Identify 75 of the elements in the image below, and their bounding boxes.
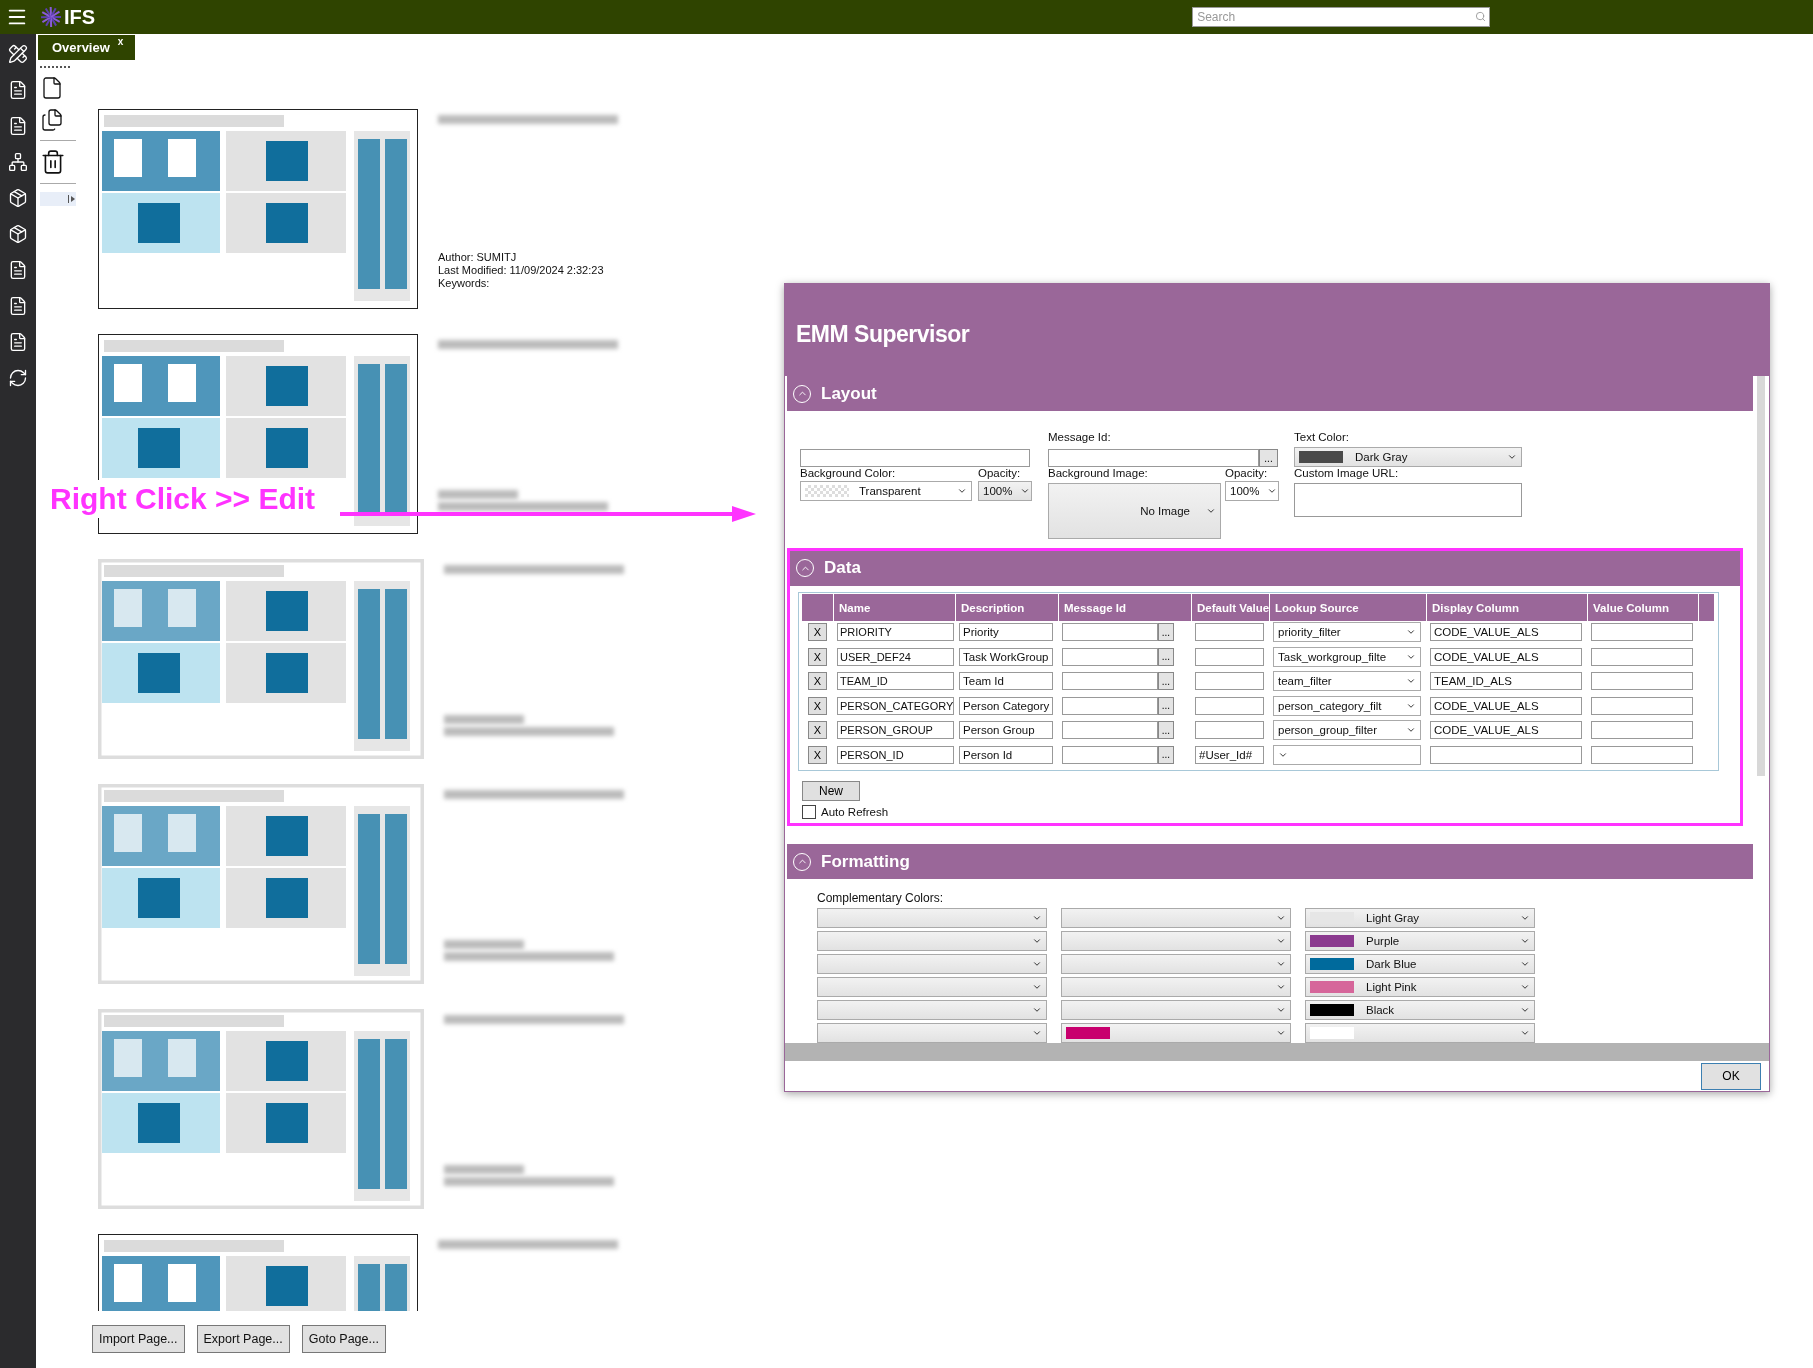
page-button[interactable]: Export Page...: [196, 1325, 290, 1353]
name-field[interactable]: PRIORITY: [837, 623, 954, 642]
remove-button[interactable]: X: [808, 721, 827, 740]
default-value-field[interactable]: #User_Id#: [1195, 745, 1264, 764]
lookup-source-dropdown[interactable]: person_category_filt: [1273, 695, 1421, 716]
field-label: Text Color:: [1294, 431, 1350, 445]
remove-button[interactable]: X: [808, 623, 827, 642]
ok-button[interactable]: OK: [1701, 1062, 1761, 1090]
display-column-field[interactable]: CODE_VALUE_ALS: [1430, 696, 1582, 715]
page-button[interactable]: Goto Page...: [301, 1325, 386, 1353]
description-field[interactable]: Person Category: [959, 696, 1053, 715]
color-dropdown[interactable]: Black: [1305, 1000, 1535, 1020]
author-text: Author: SUMITJ: [438, 251, 518, 263]
background-image-dropdown[interactable]: No Image: [1048, 483, 1221, 539]
lookup-source-dropdown[interactable]: team_filter: [1273, 671, 1421, 692]
close-button[interactable]: x: [117, 36, 124, 55]
color-dropdown[interactable]: Light Pink: [1305, 977, 1535, 997]
dialog-title: EMM Supervisor: [796, 320, 970, 348]
name-field[interactable]: PERSON_ID: [837, 745, 954, 764]
remove-button[interactable]: X: [808, 696, 827, 715]
color-dropdown[interactable]: Light Gray: [1305, 908, 1535, 928]
text-color-dropdown[interactable]: Dark Gray: [1294, 447, 1522, 467]
column-header: Display Column: [1427, 594, 1588, 622]
description-field[interactable]: Task WorkGroup: [959, 647, 1053, 666]
section-title: Layout: [821, 383, 877, 404]
field-label: Complementary Colors:: [817, 891, 945, 905]
opacity-dropdown[interactable]: 100%: [1225, 481, 1279, 501]
column-header: Default Value: [1192, 594, 1270, 622]
section-title: Data: [824, 558, 861, 578]
keywords-text: Keywords:: [438, 277, 491, 289]
column-header: Name: [834, 594, 956, 622]
remove-button[interactable]: X: [808, 745, 827, 764]
logo-text: IFS: [64, 5, 96, 29]
remove-button[interactable]: X: [808, 647, 827, 666]
remove-button[interactable]: X: [808, 672, 827, 691]
section-header[interactable]: Formatting: [787, 844, 1753, 879]
display-column-field[interactable]: CODE_VALUE_ALS: [1430, 623, 1582, 642]
name-field[interactable]: TEAM_ID: [837, 672, 954, 691]
section-title: Formatting: [821, 851, 910, 872]
name-field[interactable]: USER_DEF24: [837, 647, 954, 666]
background-color-dropdown[interactable]: Transparent: [800, 481, 972, 501]
field-label: Message Id:: [1048, 431, 1112, 445]
lookup-source-dropdown[interactable]: Task_workgroup_filte: [1273, 646, 1421, 667]
opacity-dropdown[interactable]: 100%: [978, 481, 1032, 501]
lookup-source-dropdown[interactable]: priority_filter: [1273, 622, 1421, 643]
field-label: Background Color:: [800, 467, 897, 481]
browse-button[interactable]: ...: [1259, 449, 1278, 467]
field-label: Opacity:: [1225, 467, 1269, 481]
column-header: Value Column: [1588, 594, 1699, 622]
section-header[interactable]: Layout: [787, 376, 1753, 411]
checkbox-label: Auto Refresh: [821, 806, 889, 818]
column-header: Message Id: [1059, 594, 1192, 622]
description-field[interactable]: Person Group: [959, 721, 1053, 740]
color-dropdown[interactable]: Dark Blue: [1305, 954, 1535, 974]
field-label: Opacity:: [978, 467, 1022, 481]
search-field[interactable]: Search: [1192, 7, 1491, 27]
field-label: Background Image:: [1048, 467, 1149, 481]
description-field[interactable]: Person Id: [959, 745, 1053, 764]
name-field[interactable]: PERSON_GROUP: [837, 721, 954, 740]
column-header: Lookup Source: [1270, 594, 1427, 622]
name-field[interactable]: PERSON_CATEGORY: [837, 696, 954, 715]
section-header[interactable]: Data: [790, 550, 1740, 586]
tab[interactable]: Overview x: [38, 35, 136, 60]
column-header: Description: [956, 594, 1059, 622]
display-column-field[interactable]: TEAM_ID_ALS: [1430, 672, 1582, 691]
color-dropdown[interactable]: Purple: [1305, 931, 1535, 951]
display-column-field[interactable]: CODE_VALUE_ALS: [1430, 721, 1582, 740]
display-column-field[interactable]: CODE_VALUE_ALS: [1430, 647, 1582, 666]
description-field[interactable]: Team Id: [959, 672, 1053, 691]
new-button[interactable]: New: [802, 781, 860, 801]
modified-text: Last Modified: 11/09/2024 2:32:23: [438, 264, 605, 276]
page-button[interactable]: Import Page...: [92, 1325, 185, 1353]
lookup-source-dropdown[interactable]: person_group_filter: [1273, 720, 1421, 741]
description-field[interactable]: Priority: [959, 623, 1053, 642]
field-label: Custom Image URL:: [1294, 467, 1400, 481]
